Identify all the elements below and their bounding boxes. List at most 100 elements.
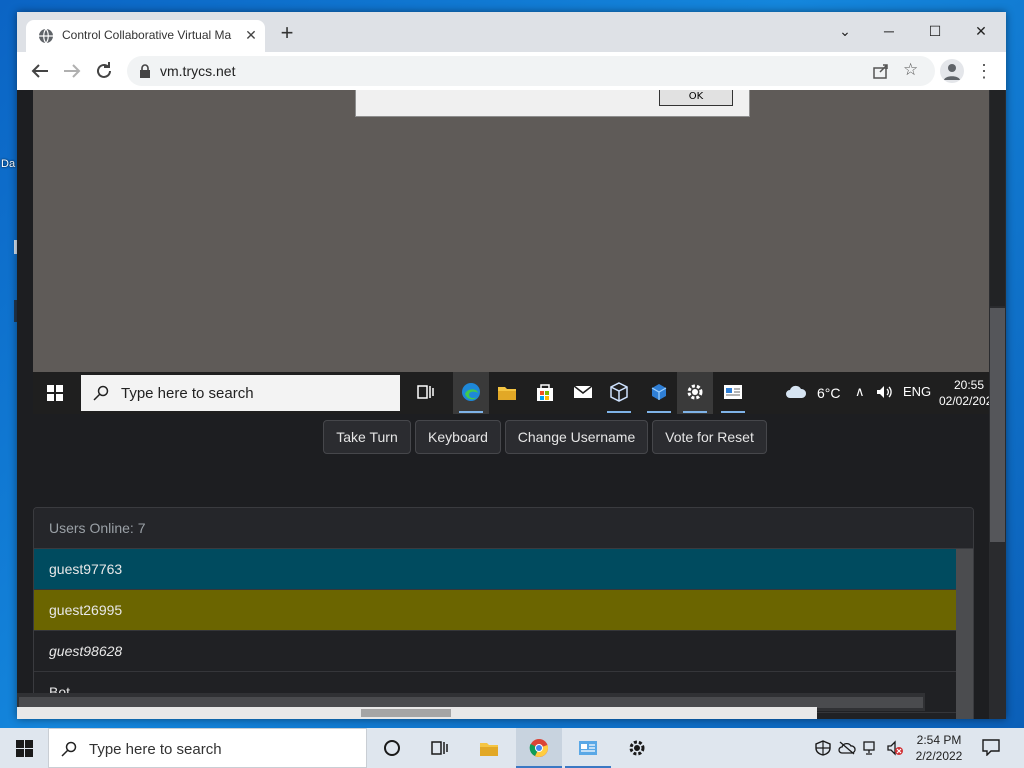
window-bottom-scrollbar[interactable] — [17, 707, 817, 719]
lock-icon[interactable] — [139, 64, 151, 78]
vm-task-view-icon[interactable] — [407, 372, 443, 414]
start-button[interactable] — [0, 728, 48, 768]
vm-settings-icon[interactable] — [677, 372, 713, 414]
gear-icon — [629, 740, 645, 756]
task-view-icon — [417, 385, 434, 399]
users-online-panel: Users Online: 7 guest97763 guest26995 gu… — [33, 507, 974, 719]
taskbar-settings-button[interactable] — [614, 728, 660, 768]
vm-tray-chevron-icon[interactable]: ∧ — [855, 384, 865, 400]
vm-mail-icon[interactable] — [565, 372, 601, 414]
page-scrollbar-track — [990, 90, 1005, 306]
maximize-button[interactable]: ☐ — [915, 16, 955, 46]
users-online-count: Users Online: 7 — [49, 520, 146, 536]
network-icon[interactable] — [862, 740, 880, 756]
take-turn-button[interactable]: Take Turn — [323, 420, 411, 454]
host-taskbar: Type here to search 2:54 PM 2/2/2022 — [0, 728, 1024, 768]
taskbar-clock[interactable]: 2:54 PM 2/2/2022 — [908, 732, 970, 764]
window-bottom-scrollbar-thumb[interactable] — [361, 709, 451, 717]
keyboard-button[interactable]: Keyboard — [415, 420, 501, 454]
task-view-icon — [431, 741, 448, 755]
reload-icon[interactable] — [92, 59, 116, 83]
tab-title: Control Collaborative Virtual Ma — [62, 28, 232, 42]
globe-icon — [39, 28, 53, 44]
tab-search-chevron-icon[interactable]: ⌄ — [825, 16, 865, 46]
users-list-scrollbar[interactable] — [956, 549, 973, 719]
onedrive-offline-icon[interactable] — [838, 740, 856, 756]
mail-icon — [573, 385, 593, 398]
vote-for-reset-button[interactable]: Vote for Reset — [652, 420, 767, 454]
taskbar-clock-time: 2:54 PM — [916, 733, 962, 747]
vm-window-app-icon[interactable] — [715, 372, 751, 414]
taskbar-search-placeholder: Type here to search — [89, 741, 222, 758]
url-text[interactable]: vm.trycs.net — [160, 63, 235, 79]
taskbar-chrome-button[interactable] — [516, 728, 562, 768]
menu-kebab-icon[interactable]: ⋮ — [975, 60, 993, 82]
window-app-icon — [579, 741, 597, 755]
new-tab-button[interactable]: + — [275, 22, 299, 46]
forward-arrow-icon[interactable] — [60, 59, 84, 83]
page-viewport: OK Type here to search 6°C ∧ ENG 20:55 0… — [17, 90, 1006, 719]
tab-active[interactable]: Control Collaborative Virtual Ma ✕ — [26, 20, 265, 52]
user-name: guest26995 — [49, 602, 123, 618]
vm-dialog-ok-button[interactable]: OK — [659, 90, 733, 106]
taskbar-search-box[interactable]: Type here to search — [48, 728, 367, 768]
edge-icon — [462, 383, 480, 401]
window-app-icon — [724, 385, 742, 399]
vm-virtualbox-icon[interactable] — [601, 372, 637, 414]
user-name: guest97763 — [49, 561, 123, 577]
minimize-button[interactable]: ─ — [869, 16, 909, 46]
vm-language-indicator[interactable]: ENG — [903, 384, 931, 399]
vm-weather-cloud-icon[interactable] — [785, 383, 807, 399]
vm-volume-icon[interactable] — [875, 384, 893, 400]
browser-window: Control Collaborative Virtual Ma ✕ + ⌄ ─… — [17, 12, 1006, 719]
cortana-circle-icon — [384, 740, 400, 756]
vm-dialog-box: OK — [355, 90, 750, 117]
windows-start-icon — [16, 740, 33, 757]
folder-icon — [480, 743, 498, 756]
user-name: guest98628 — [49, 643, 123, 659]
taskbar-file-explorer-button[interactable] — [466, 728, 512, 768]
user-row[interactable]: guest97763 — [34, 549, 956, 590]
volume-muted-icon[interactable] — [886, 740, 904, 756]
tab-close-icon[interactable]: ✕ — [242, 26, 260, 44]
page-scrollbar-thumb[interactable] — [990, 308, 1005, 542]
blue-cubes-icon — [651, 384, 667, 400]
close-window-button[interactable]: ✕ — [961, 16, 1001, 46]
vm-screen[interactable]: OK — [33, 90, 989, 372]
folder-icon — [498, 387, 516, 400]
tab-strip: Control Collaborative Virtual Ma ✕ + ⌄ ─… — [17, 12, 1006, 52]
vm-taskbar: Type here to search 6°C ∧ ENG 20:55 02/0… — [33, 372, 999, 414]
taskbar-cortana-button[interactable] — [369, 728, 415, 768]
address-bar[interactable]: vm.trycs.net ☆ — [127, 56, 935, 86]
vm-file-explorer-icon[interactable] — [489, 372, 525, 414]
vm-search-box[interactable]: Type here to search — [81, 375, 400, 411]
back-arrow-icon[interactable] — [28, 59, 52, 83]
vm-app-icon[interactable] — [641, 372, 677, 414]
gear-icon — [687, 384, 703, 400]
cube-icon — [610, 382, 628, 402]
notification-center-icon[interactable] — [982, 738, 1000, 756]
change-username-button[interactable]: Change Username — [505, 420, 648, 454]
vm-edge-icon[interactable] — [453, 372, 489, 414]
share-icon[interactable] — [872, 62, 890, 80]
taskbar-clock-date: 2/2/2022 — [915, 749, 963, 763]
user-row[interactable]: guest26995 — [34, 590, 956, 631]
vm-search-placeholder: Type here to search — [121, 385, 254, 402]
vm-store-icon[interactable] — [527, 372, 563, 414]
users-online-header: Users Online: 7 — [34, 508, 973, 549]
vm-windows-start-icon[interactable] — [47, 385, 63, 401]
user-row[interactable]: guest98628 — [34, 631, 956, 672]
person-icon — [944, 64, 960, 80]
taskbar-search-icon — [61, 741, 77, 757]
taskbar-task-view-button[interactable] — [416, 728, 462, 768]
bookmark-star-icon[interactable]: ☆ — [903, 60, 918, 80]
taskbar-app-button[interactable] — [565, 728, 611, 768]
store-bag-icon — [537, 384, 553, 401]
vm-search-icon — [93, 385, 109, 401]
browser-toolbar: vm.trycs.net ☆ ⋮ — [17, 52, 1006, 90]
profile-avatar[interactable] — [940, 59, 964, 83]
security-shield-icon[interactable] — [814, 740, 832, 756]
desktop-icon-label[interactable]: Da — [1, 158, 15, 170]
vm-weather-temp[interactable]: 6°C — [817, 385, 841, 401]
page-scrollbar[interactable] — [989, 90, 1006, 719]
